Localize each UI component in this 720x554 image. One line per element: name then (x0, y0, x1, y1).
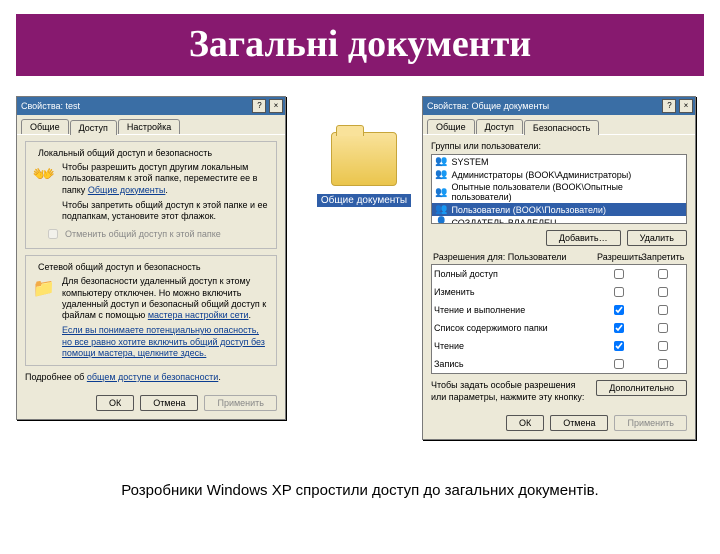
network-wizard-link[interactable]: мастера настройки сети (148, 310, 249, 320)
shared-docs-link[interactable]: Общие документы (88, 185, 166, 195)
table-row: Чтение и выполнение (432, 301, 686, 319)
table-row: Полный доступ (432, 265, 686, 283)
table-row: Изменить (432, 283, 686, 301)
perm-deny-check[interactable] (658, 323, 668, 333)
perm-allow-check[interactable] (614, 359, 624, 369)
dialog1-close-button[interactable]: × (269, 99, 283, 113)
dialog1-tabs: Общие Доступ Настройка (17, 115, 285, 135)
groups-users-list[interactable]: 👥SYSTEM 👥Администраторы (BOOK\Администра… (431, 154, 687, 224)
dialog2-help-button[interactable]: ? (662, 99, 676, 113)
more-info-link[interactable]: общем доступе и безопасности (87, 372, 218, 382)
dialog2-tabs: Общие Доступ Безопасность (423, 115, 695, 135)
risk-understand-link[interactable]: Если вы понимаете потенциальную опасност… (62, 325, 265, 358)
group-local-sharing: Локальный общий доступ и безопасность 👐 … (25, 141, 277, 249)
user-icon: 👤 (435, 217, 447, 224)
list-item: 👥Администраторы (BOOK\Администраторы) (432, 168, 686, 181)
special-permissions-note: Чтобы задать особые разрешения или парам… (431, 380, 588, 403)
deny-header: Запретить (641, 252, 685, 262)
dialog1-titlebar[interactable]: Свойства: test ? × (17, 97, 285, 115)
group-icon: 👥 (435, 169, 447, 180)
slide-title-band: Загальні документи (16, 14, 704, 76)
perm-allow-check[interactable] (614, 323, 624, 333)
group-network-sharing: Сетевой общий доступ и безопасность 📁 Дл… (25, 255, 277, 366)
groups-users-label: Группы или пользователи: (431, 141, 687, 152)
dialog-properties-shared-docs: Свойства: Общие документы ? × Общие Дост… (422, 96, 696, 440)
tab-customize[interactable]: Настройка (118, 119, 180, 134)
table-row: Чтение (432, 337, 686, 355)
perm-deny-check[interactable] (658, 305, 668, 315)
perm-allow-check[interactable] (614, 305, 624, 315)
dlg1-ok-button[interactable]: ОК (96, 395, 134, 411)
group-icon: 👥 (435, 204, 447, 215)
perm-allow-check[interactable] (614, 287, 624, 297)
slide-title: Загальні документи (16, 22, 704, 66)
dlg2-apply-button[interactable]: Применить (614, 415, 687, 431)
group-icon: 👥 (435, 187, 447, 198)
tab2-sharing[interactable]: Доступ (476, 119, 523, 134)
list-item-selected: 👥Пользователи (BOOK\Пользователи) (432, 203, 686, 216)
list-item: 👤СОЗДАТЕЛЬ-ВЛАДЕЛЕЦ (432, 216, 686, 224)
disable-share-checkbox[interactable]: Отменить общий доступ к этой папке (44, 226, 270, 242)
permissions-table: Полный доступ Изменить Чтение и выполнен… (431, 264, 687, 374)
folder-icon (331, 132, 397, 186)
perm-deny-check[interactable] (658, 359, 668, 369)
add-group-button[interactable]: Добавить… (546, 230, 621, 246)
perm-deny-check[interactable] (658, 269, 668, 279)
permissions-for-label: Разрешения для: Пользователи (433, 252, 597, 262)
remove-group-button[interactable]: Удалить (627, 230, 687, 246)
tab-general[interactable]: Общие (21, 119, 69, 134)
dialog2-title: Свойства: Общие документы (427, 101, 549, 111)
dialog1-title: Свойства: test (21, 101, 80, 111)
dialog-properties-test: Свойства: test ? × Общие Доступ Настройк… (16, 96, 286, 420)
table-row: Запись (432, 355, 686, 373)
perm-deny-check[interactable] (658, 287, 668, 297)
dialog1-help-button[interactable]: ? (252, 99, 266, 113)
advanced-button[interactable]: Дополнительно (596, 380, 687, 396)
dlg2-ok-button[interactable]: ОК (506, 415, 544, 431)
dlg1-cancel-button[interactable]: Отмена (140, 395, 198, 411)
tab2-general[interactable]: Общие (427, 119, 475, 134)
tab2-security[interactable]: Безопасность (524, 120, 599, 135)
list-item: 👥Опытные пользователи (BOOK\Опытные поль… (432, 181, 686, 203)
network-share-icon: 📁 (32, 276, 56, 300)
group-icon: 👥 (435, 156, 447, 167)
share-hand-icon: 👐 (32, 162, 56, 186)
slide-caption: Розробники Windows XP спростили доступ д… (0, 482, 720, 499)
tab-sharing[interactable]: Доступ (70, 120, 117, 135)
dlg1-apply-button[interactable]: Применить (204, 395, 277, 411)
folder-label: Общие документы (317, 194, 411, 207)
table-row: Список содержимого папки (432, 319, 686, 337)
perm-deny-check[interactable] (658, 341, 668, 351)
allow-header: Разрешить (597, 252, 641, 262)
content-area: Свойства: test ? × Общие Доступ Настройк… (16, 96, 704, 476)
perm-allow-check[interactable] (614, 341, 624, 351)
dialog2-titlebar[interactable]: Свойства: Общие документы ? × (423, 97, 695, 115)
list-item: 👥SYSTEM (432, 155, 686, 168)
dlg2-cancel-button[interactable]: Отмена (550, 415, 608, 431)
shared-documents-folder[interactable]: Общие документы (314, 132, 414, 208)
perm-allow-check[interactable] (614, 269, 624, 279)
dialog2-close-button[interactable]: × (679, 99, 693, 113)
